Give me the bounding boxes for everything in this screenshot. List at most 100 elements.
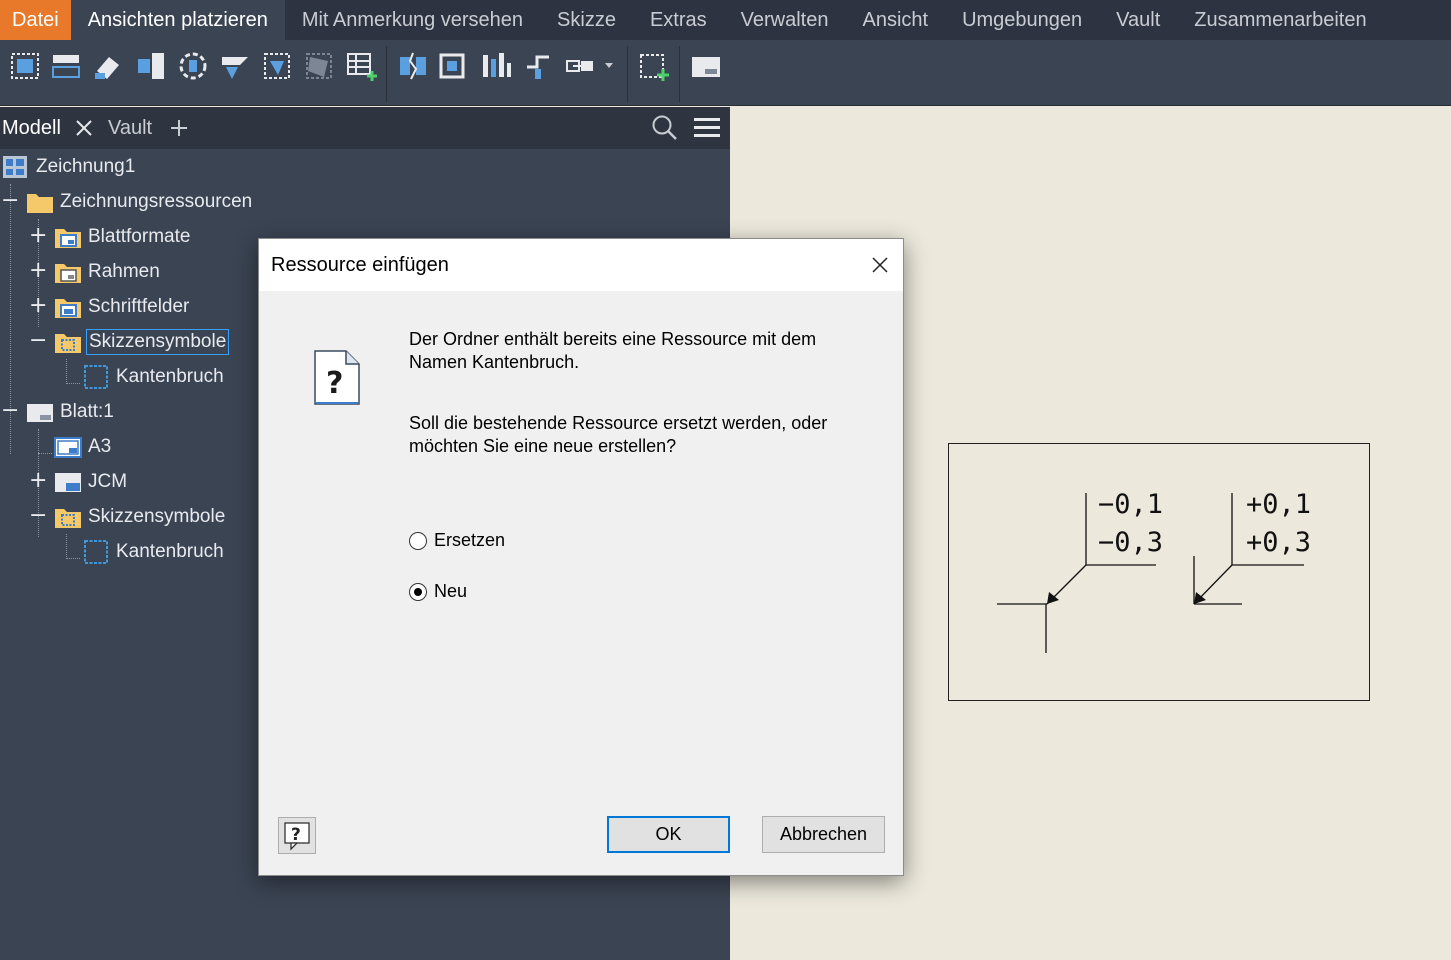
question-document-icon: ? <box>314 350 360 405</box>
tree-node-skizzensymbole-sheet[interactable]: Skizzensymbole <box>54 500 227 534</box>
ribbon-toolbar <box>0 40 1451 106</box>
add-tab-button[interactable] <box>170 107 188 149</box>
detail-view-button[interactable] <box>176 49 210 83</box>
radio-label: Neu <box>434 581 468 601</box>
align-vertical-icon <box>527 55 549 79</box>
expand-icon[interactable]: + <box>29 225 47 247</box>
close-icon[interactable] <box>867 252 893 278</box>
link-dropdown-button[interactable] <box>563 49 615 83</box>
section-view-button[interactable] <box>134 49 168 83</box>
align-icon <box>483 53 511 77</box>
menu-datei[interactable]: Datei <box>0 0 71 40</box>
edge-break-symbols: −0,1 −0,3 +0,1 +0,3 <box>997 489 1311 653</box>
base-view-button[interactable] <box>8 49 42 83</box>
tree-node-zeichnungsressourcen[interactable]: Zeichnungsressourcen <box>26 185 254 219</box>
menu-mit-anmerkung-versehen[interactable]: Mit Anmerkung versehen <box>285 0 540 40</box>
expand-icon[interactable]: + <box>29 470 47 492</box>
slice-icon <box>306 53 332 79</box>
tree-node-blattformate[interactable]: Blattformate <box>54 220 192 254</box>
sheet-format-icon <box>54 434 82 460</box>
expand-icon[interactable]: + <box>29 295 47 317</box>
tree-node-jcm[interactable]: JCM <box>54 465 129 499</box>
radio-ersetzen[interactable]: Ersetzen <box>409 530 505 551</box>
menu-skizze[interactable]: Skizze <box>540 0 633 40</box>
hamburger-menu-icon <box>694 118 720 137</box>
radio-checked-icon[interactable] <box>409 582 427 601</box>
tolerance-lower: −0,3 <box>1098 527 1163 558</box>
menu-vault[interactable]: Vault <box>1099 0 1177 40</box>
detail-view-icon <box>179 52 207 80</box>
sketch-symbol-folder-icon <box>54 504 82 530</box>
menu-ansicht[interactable]: Ansicht <box>845 0 945 40</box>
collapse-icon[interactable]: − <box>1 400 19 422</box>
title-block-icon <box>54 469 82 495</box>
auxiliary-view-icon <box>95 57 119 79</box>
cancel-button[interactable]: Abbrechen <box>762 816 885 853</box>
dialog-titlebar[interactable]: Ressource einfügen <box>259 239 903 291</box>
menu-extras[interactable]: Extras <box>633 0 724 40</box>
close-icon[interactable] <box>75 119 93 137</box>
new-sheet-button[interactable] <box>689 49 723 83</box>
link-icon <box>566 60 613 72</box>
start-sketch-button[interactable] <box>637 49 671 83</box>
tree-node-schriftfelder[interactable]: Schriftfelder <box>54 290 191 324</box>
tree-node-a3[interactable]: A3 <box>54 430 113 464</box>
tab-modell[interactable]: Modell <box>2 107 93 149</box>
plus-icon <box>171 120 187 136</box>
radio-label: Ersetzen <box>434 530 506 550</box>
tree-node-label: Blatt:1 <box>60 401 114 422</box>
base-view-icon <box>11 53 39 79</box>
tab-vault[interactable]: Vault <box>108 107 152 149</box>
browser-menu-button[interactable] <box>694 107 720 149</box>
slice-button[interactable] <box>302 49 336 83</box>
tree-node-label: Kantenbruch <box>116 541 224 562</box>
help-button[interactable]: ? <box>278 817 316 854</box>
tree-node-label: Rahmen <box>88 261 160 282</box>
break-button[interactable] <box>396 49 430 83</box>
break-out-alt-button[interactable] <box>437 49 471 83</box>
tree-node-label: Blattformate <box>88 226 191 247</box>
break-out-icon <box>264 53 290 79</box>
sketch-symbol-icon <box>82 364 110 390</box>
collapse-icon[interactable]: − <box>29 505 47 527</box>
menu-verwalten[interactable]: Verwalten <box>724 0 846 40</box>
expand-icon[interactable]: + <box>29 260 47 282</box>
tab-modell-label: Modell <box>2 116 61 139</box>
tree-node-zeichnung1[interactable]: Zeichnung1 <box>2 150 137 184</box>
tree-node-kantenbruch-sheet[interactable]: Kantenbruch <box>82 535 226 569</box>
radio-neu[interactable]: Neu <box>409 581 467 602</box>
menu-ansichten-platzieren[interactable]: Ansichten platzieren <box>70 0 285 40</box>
crop-table-button[interactable] <box>345 49 379 83</box>
auxiliary-view-button[interactable] <box>91 49 125 83</box>
tree-node-label: JCM <box>88 471 128 492</box>
menu-zusammenarbeiten[interactable]: Zusammenarbeiten <box>1177 0 1383 40</box>
tree-node-kantenbruch[interactable]: Kantenbruch <box>82 360 226 394</box>
break-out-button[interactable] <box>260 49 294 83</box>
dialog-question: Soll die bestehende Ressource ersetzt we… <box>409 412 869 458</box>
align-button[interactable] <box>479 49 513 83</box>
radio-unchecked-icon[interactable] <box>409 531 427 550</box>
overlay-view-button[interactable] <box>218 49 252 83</box>
collapse-icon[interactable]: − <box>29 330 47 352</box>
tree-node-rahmen[interactable]: Rahmen <box>54 255 162 289</box>
align-dropdown-button[interactable] <box>521 49 555 83</box>
collapse-icon[interactable]: − <box>1 190 19 212</box>
ribbon-tabs: Datei Ansichten platzieren Mit Anmerkung… <box>0 0 1451 40</box>
menu-umgebungen[interactable]: Umgebungen <box>945 0 1099 40</box>
question-line: Soll die bestehende Ressource ersetzt we… <box>409 413 828 433</box>
tree-node-skizzensymbole[interactable]: Skizzensymbole <box>54 325 230 359</box>
drawing-icon <box>2 154 30 180</box>
projected-view-icon <box>52 55 80 78</box>
message-line: Namen Kantenbruch. <box>409 352 580 372</box>
tree-node-blatt-1[interactable]: Blatt:1 <box>26 395 116 429</box>
svg-text:?: ? <box>291 825 301 845</box>
ok-button[interactable]: OK <box>607 816 730 853</box>
projected-view-button[interactable] <box>49 49 83 83</box>
tolerance-upper: +0,1 <box>1246 489 1311 520</box>
table-plus-icon <box>347 53 377 81</box>
toolbar-separator <box>386 46 387 102</box>
break-icon <box>400 52 426 80</box>
sheet-format-folder-icon <box>54 224 82 250</box>
search-button[interactable] <box>651 107 679 149</box>
tolerance-upper: −0,1 <box>1098 489 1163 520</box>
